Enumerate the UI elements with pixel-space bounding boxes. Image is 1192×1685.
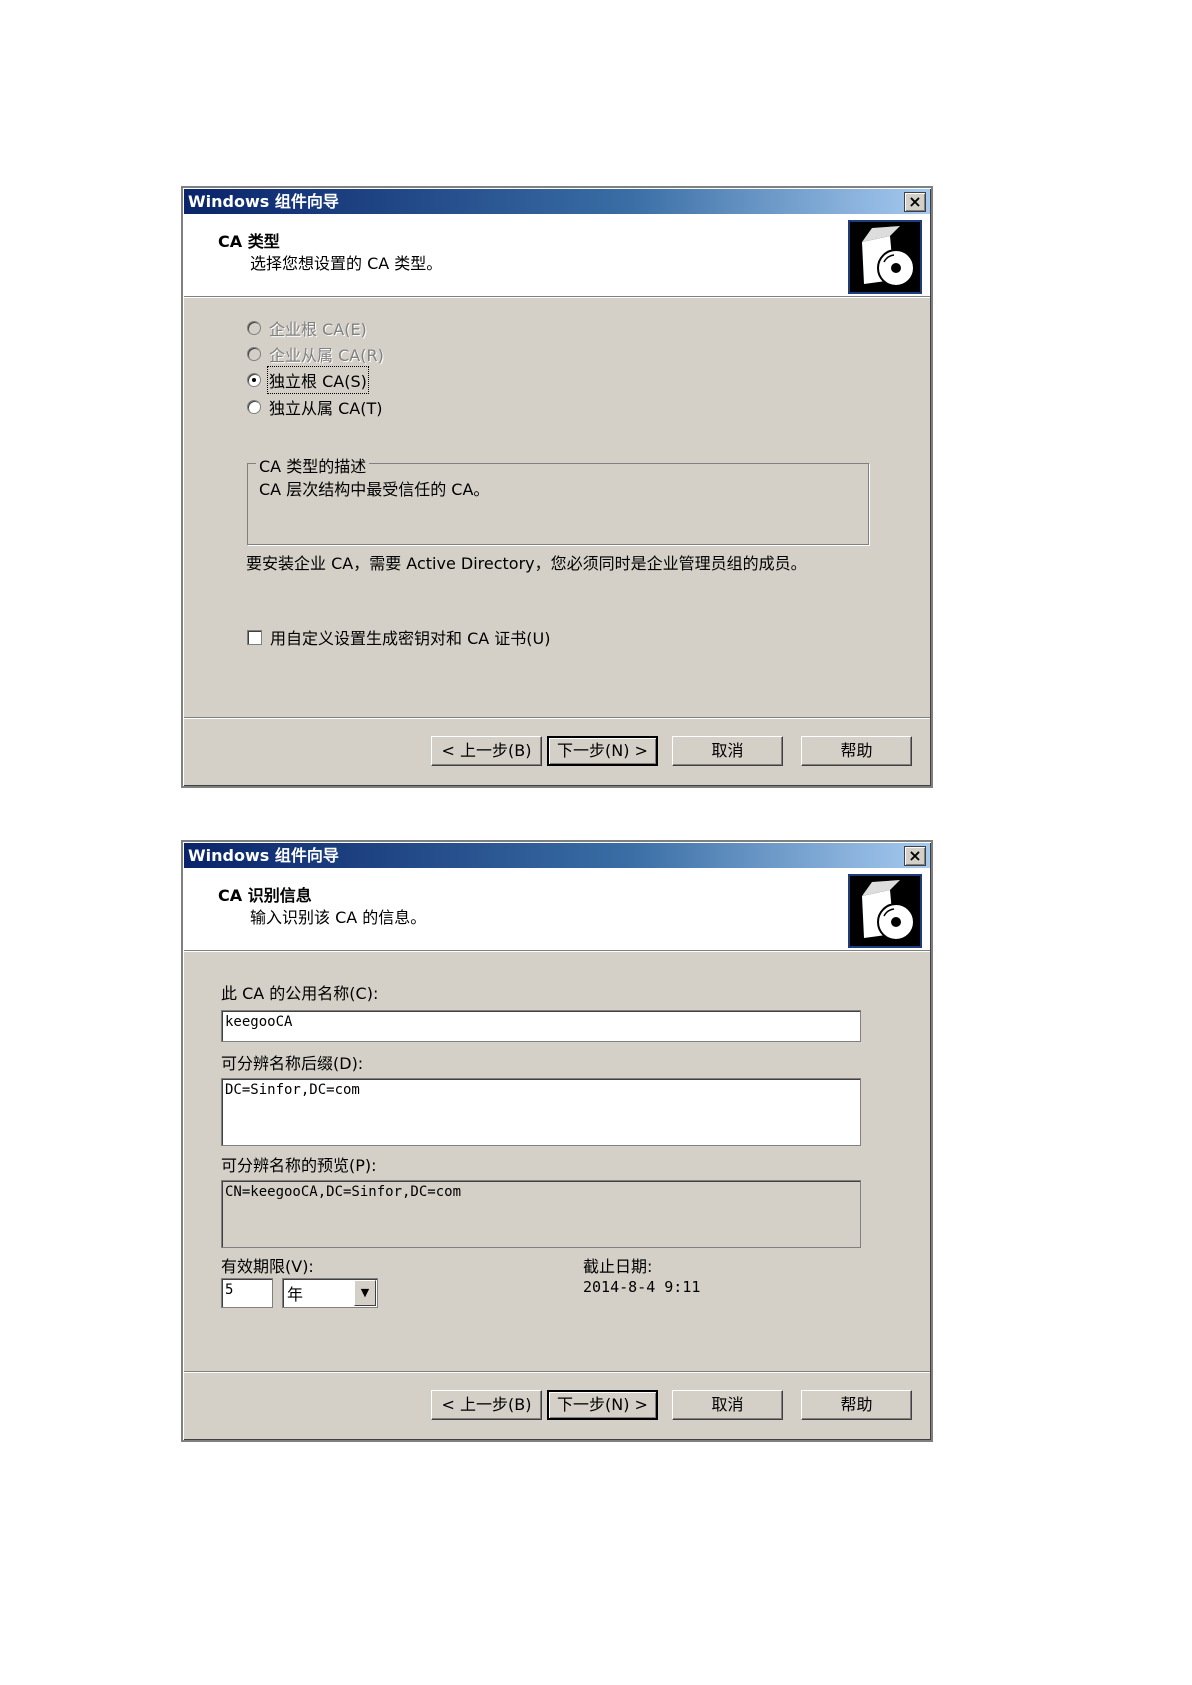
radio-standalone-subordinate[interactable]: 独立从属 CA(T) [247, 395, 382, 419]
window-title: Windows 组件向导 [188, 192, 339, 211]
ca-type-dialog: Windows 组件向导 × CA 类型 选择您想设置的 CA 类型。 企业根 … [181, 186, 933, 788]
title-bar: Windows 组件向导 × [184, 843, 930, 868]
checkbox-label: 用自定义设置生成密钥对和 CA 证书(U) [270, 629, 551, 648]
dn-preview-field: CN=keegooCA,DC=Sinfor,DC=com [221, 1180, 861, 1248]
wizard-header: CA 类型 选择您想设置的 CA 类型。 [184, 214, 930, 298]
common-name-label: 此 CA 的公用名称(C): [221, 984, 379, 1003]
radio-button[interactable] [247, 400, 261, 414]
radio-button[interactable] [247, 321, 261, 335]
dn-suffix-input[interactable]: DC=Sinfor,DC=com [221, 1078, 861, 1146]
dn-preview-label: 可分辨名称的预览(P): [221, 1156, 377, 1175]
title-bar: Windows 组件向导 × [184, 189, 930, 214]
radio-button[interactable] [247, 373, 261, 387]
close-button[interactable]: × [904, 192, 926, 212]
ca-identity-dialog: Windows 组件向导 × CA 识别信息 输入识别该 CA 的信息。 此 C… [181, 840, 933, 1442]
setup-disc-icon [848, 874, 922, 948]
radio-enterprise-root[interactable]: 企业根 CA(E) [247, 316, 367, 340]
wizard-header: CA 识别信息 输入识别该 CA 的信息。 [184, 868, 930, 952]
radio-label: 企业根 CA(E) [269, 320, 367, 339]
button-separator [184, 717, 930, 719]
ca-description-group: CA 类型的描述 CA 层次结构中最受信任的 CA。 [247, 453, 869, 545]
back-button[interactable]: < 上一步(B) [431, 736, 542, 766]
common-name-input[interactable]: keegooCA [221, 1010, 861, 1042]
radio-standalone-root[interactable]: 独立根 CA(S) [247, 366, 369, 394]
header-subtitle: 选择您想设置的 CA 类型。 [250, 254, 443, 273]
expiry-date-label: 截止日期: [583, 1257, 653, 1276]
chevron-down-icon[interactable]: ▼ [354, 1280, 376, 1306]
custom-keypair-checkbox-row[interactable]: 用自定义设置生成密钥对和 CA 证书(U) [247, 625, 551, 649]
dn-suffix-label: 可分辨名称后缀(D): [221, 1054, 364, 1073]
setup-disc-icon [848, 220, 922, 294]
header-subtitle: 输入识别该 CA 的信息。 [250, 908, 427, 927]
close-button[interactable]: × [904, 846, 926, 866]
cancel-button[interactable]: 取消 [672, 1390, 783, 1420]
expiry-date-value: 2014-8-4 9:11 [583, 1278, 701, 1296]
cancel-button[interactable]: 取消 [672, 736, 783, 766]
group-label: CA 类型的描述 [256, 453, 370, 477]
next-button[interactable]: 下一步(N) > [547, 1390, 658, 1420]
validity-unit-value: 年 [287, 1285, 304, 1304]
radio-enterprise-subordinate[interactable]: 企业从属 CA(R) [247, 342, 384, 366]
help-button[interactable]: 帮助 [801, 736, 912, 766]
validity-period-label: 有效期限(V): [221, 1257, 314, 1276]
help-button[interactable]: 帮助 [801, 1390, 912, 1420]
window-title: Windows 组件向导 [188, 846, 339, 865]
header-title: CA 类型 [218, 232, 280, 251]
radio-button[interactable] [247, 347, 261, 361]
validity-period-input[interactable]: 5 [221, 1278, 273, 1308]
button-separator [184, 1371, 930, 1373]
radio-label: 企业从属 CA(R) [269, 346, 384, 365]
radio-label: 独立从属 CA(T) [269, 399, 383, 418]
group-description: CA 层次结构中最受信任的 CA。 [259, 480, 490, 499]
header-title: CA 识别信息 [218, 886, 312, 905]
next-button[interactable]: 下一步(N) > [547, 736, 658, 766]
radio-label: 独立根 CA(S) [267, 366, 369, 394]
validity-unit-select[interactable]: 年 ▼ [282, 1278, 378, 1308]
back-button[interactable]: < 上一步(B) [431, 1390, 542, 1420]
enterprise-ca-note: 要安装企业 CA，需要 Active Directory，您必须同时是企业管理员… [246, 554, 807, 573]
custom-keypair-checkbox[interactable] [247, 629, 262, 645]
